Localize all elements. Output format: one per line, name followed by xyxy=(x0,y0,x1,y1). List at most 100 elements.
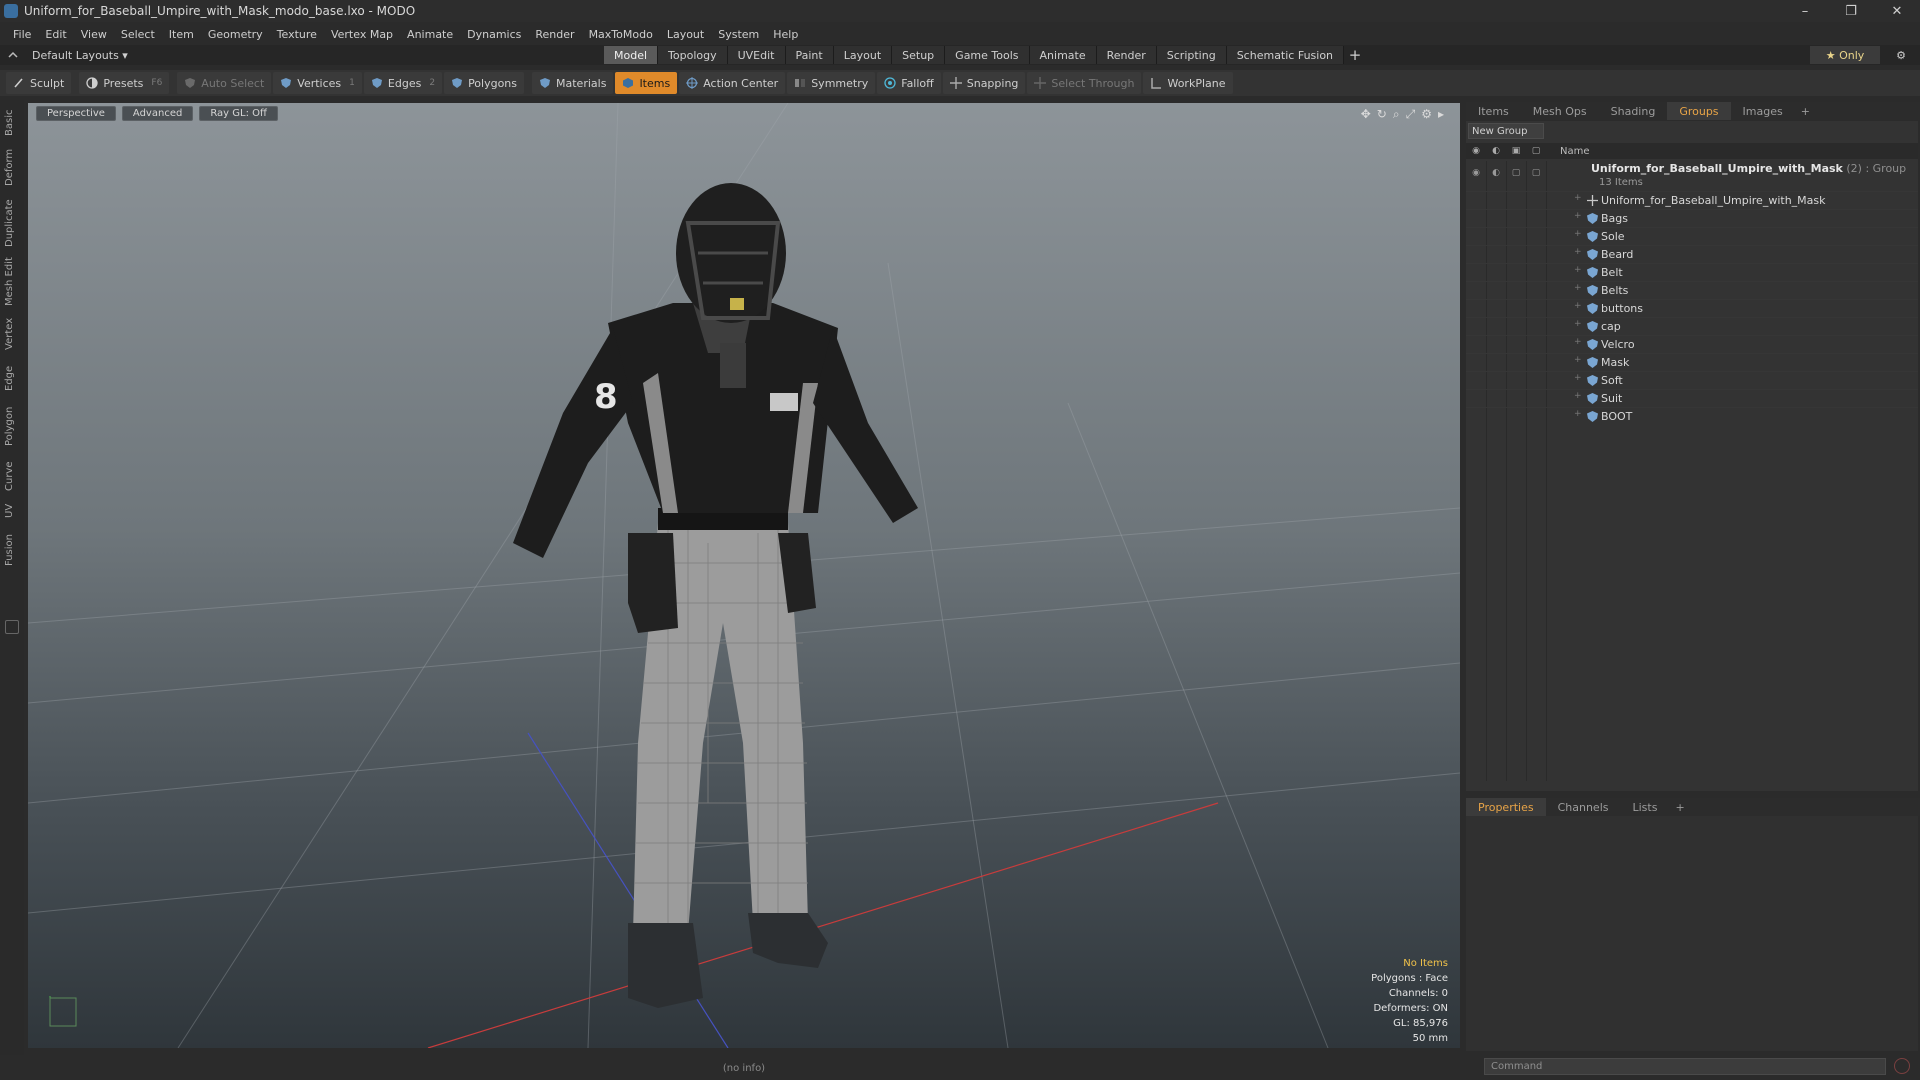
command-input[interactable]: Command xyxy=(1484,1057,1886,1075)
tab-setup[interactable]: Setup xyxy=(892,46,946,64)
menu-system[interactable]: System xyxy=(711,28,766,41)
menu-help[interactable]: Help xyxy=(766,28,805,41)
expand-icon[interactable]: + xyxy=(1574,301,1582,311)
expand-icon[interactable]: + xyxy=(1574,229,1582,239)
tab-vertex[interactable]: Vertex xyxy=(4,314,20,354)
group-visibility-icon[interactable]: ◉ xyxy=(1466,168,1486,178)
minimize-button[interactable]: – xyxy=(1782,0,1828,22)
snapping-button[interactable]: Snapping xyxy=(942,72,1026,94)
add-panel-tab-button[interactable]: + xyxy=(1795,105,1816,118)
select-through-button[interactable]: Select Through xyxy=(1027,72,1142,94)
action-center-button[interactable]: Action Center xyxy=(679,72,786,94)
list-item[interactable]: + Mask xyxy=(1466,353,1918,371)
tab-uvedit[interactable]: UVEdit xyxy=(727,46,786,64)
tab-uv[interactable]: UV xyxy=(4,500,20,522)
presets-button[interactable]: Presets F6 xyxy=(79,72,170,94)
close-button[interactable]: ✕ xyxy=(1874,0,1920,22)
new-group-button[interactable]: New Group xyxy=(1468,123,1544,139)
group-render-icon[interactable]: ◐ xyxy=(1486,168,1506,178)
tab-fusion[interactable]: Fusion xyxy=(4,530,20,570)
render-column-icon[interactable]: ◐ xyxy=(1486,146,1506,156)
tab-groups[interactable]: Groups xyxy=(1667,102,1731,120)
list-item[interactable]: + buttons xyxy=(1466,299,1918,317)
polygons-button[interactable]: Polygons xyxy=(444,72,525,94)
record-macro-icon[interactable] xyxy=(1894,1058,1910,1074)
restore-button[interactable]: ❐ xyxy=(1828,0,1874,22)
tab-images[interactable]: Images xyxy=(1731,102,1795,120)
list-item[interactable]: + BOOT xyxy=(1466,407,1918,425)
tab-duplicate[interactable]: Duplicate xyxy=(4,196,20,250)
shading-mode-button[interactable]: Advanced xyxy=(121,106,194,121)
menu-vertex-map[interactable]: Vertex Map xyxy=(324,28,400,41)
layout-select[interactable]: Default Layouts ▾ xyxy=(0,49,600,62)
tab-mesh-edit[interactable]: Mesh Edit xyxy=(4,256,20,308)
menu-animate[interactable]: Animate xyxy=(400,28,460,41)
list-item[interactable]: + Beard xyxy=(1466,245,1918,263)
gear-icon[interactable]: ⚙ xyxy=(1892,46,1910,64)
list-item[interactable]: + Belts xyxy=(1466,281,1918,299)
tab-edge[interactable]: Edge xyxy=(4,362,20,394)
menu-maxtomodo[interactable]: MaxToModo xyxy=(582,28,660,41)
expand-icon[interactable]: + xyxy=(1574,319,1582,329)
list-item[interactable]: + Velcro xyxy=(1466,335,1918,353)
tab-schematic-fusion[interactable]: Schematic Fusion xyxy=(1226,46,1345,64)
falloff-button[interactable]: Falloff xyxy=(877,72,941,94)
fit-icon[interactable]: ⤢ xyxy=(1406,107,1416,122)
menu-edit[interactable]: Edit xyxy=(38,28,73,41)
tab-items[interactable]: Items xyxy=(1466,102,1521,120)
list-item[interactable]: + Bags xyxy=(1466,209,1918,227)
menu-view[interactable]: View xyxy=(74,28,114,41)
tab-render[interactable]: Render xyxy=(1096,46,1157,64)
tab-mesh-ops[interactable]: Mesh Ops xyxy=(1521,102,1599,120)
workplane-button[interactable]: WorkPlane xyxy=(1143,72,1233,94)
tab-animate[interactable]: Animate xyxy=(1029,46,1097,64)
menu-item[interactable]: Item xyxy=(162,28,201,41)
expand-icon[interactable]: + xyxy=(1574,247,1582,257)
group-lock-icon[interactable]: ▢ xyxy=(1506,168,1526,178)
group-select-icon[interactable]: ▢ xyxy=(1526,168,1546,178)
tab-model[interactable]: Model xyxy=(604,46,659,64)
edges-button[interactable]: Edges 2 xyxy=(363,72,443,94)
list-item[interactable]: + Sole xyxy=(1466,227,1918,245)
materials-button[interactable]: Materials xyxy=(532,72,614,94)
list-item[interactable]: + Suit xyxy=(1466,389,1918,407)
select-column-icon[interactable]: ▢ xyxy=(1526,146,1546,156)
only-toggle[interactable]: ★ Only xyxy=(1810,46,1880,64)
expand-icon[interactable]: + xyxy=(1574,283,1582,293)
tab-deform[interactable]: Deform xyxy=(4,146,20,188)
tab-topology[interactable]: Topology xyxy=(658,46,728,64)
list-item[interactable]: + cap xyxy=(1466,317,1918,335)
list-item[interactable]: + Soft xyxy=(1466,371,1918,389)
vertices-button[interactable]: Vertices 1 xyxy=(273,72,362,94)
items-button[interactable]: Items xyxy=(615,72,678,94)
viewport-menu-icon[interactable]: ▸ xyxy=(1438,107,1444,122)
auto-select-button[interactable]: Auto Select xyxy=(177,72,272,94)
sculpt-button[interactable]: Sculpt xyxy=(6,72,72,94)
name-column-header[interactable]: Name xyxy=(1560,146,1590,157)
expand-icon[interactable]: + xyxy=(1574,211,1582,221)
expand-icon[interactable]: + xyxy=(1574,265,1582,275)
tab-layout[interactable]: Layout xyxy=(833,46,893,64)
tab-channels[interactable]: Channels xyxy=(1546,798,1621,816)
tab-polygon[interactable]: Polygon xyxy=(4,402,20,450)
tab-curve[interactable]: Curve xyxy=(4,458,20,494)
viewport-gear-icon[interactable]: ⚙ xyxy=(1421,107,1432,122)
list-item[interactable]: + Belt xyxy=(1466,263,1918,281)
expand-icon[interactable]: + xyxy=(1574,193,1582,203)
raygl-toggle[interactable]: Ray GL: Off xyxy=(199,106,278,121)
tab-shading[interactable]: Shading xyxy=(1599,102,1668,120)
menu-geometry[interactable]: Geometry xyxy=(201,28,270,41)
expand-icon[interactable]: + xyxy=(1574,355,1582,365)
symmetry-button[interactable]: Symmetry xyxy=(787,72,876,94)
group-row[interactable]: ◉ ◐ ▢ ▢ Uniform_for_Baseball_Umpire_with… xyxy=(1466,161,1918,191)
menu-texture[interactable]: Texture xyxy=(270,28,324,41)
tab-basic[interactable]: Basic xyxy=(4,106,20,140)
zoom-icon[interactable]: ⌕ xyxy=(1393,107,1400,122)
tab-lists[interactable]: Lists xyxy=(1621,798,1670,816)
tab-paint[interactable]: Paint xyxy=(785,46,834,64)
umpire-model[interactable]: 8 xyxy=(358,103,1058,1043)
menu-dynamics[interactable]: Dynamics xyxy=(460,28,528,41)
tab-properties[interactable]: Properties xyxy=(1466,798,1546,816)
expand-icon[interactable]: + xyxy=(1574,373,1582,383)
add-properties-tab-button[interactable]: + xyxy=(1669,801,1690,814)
